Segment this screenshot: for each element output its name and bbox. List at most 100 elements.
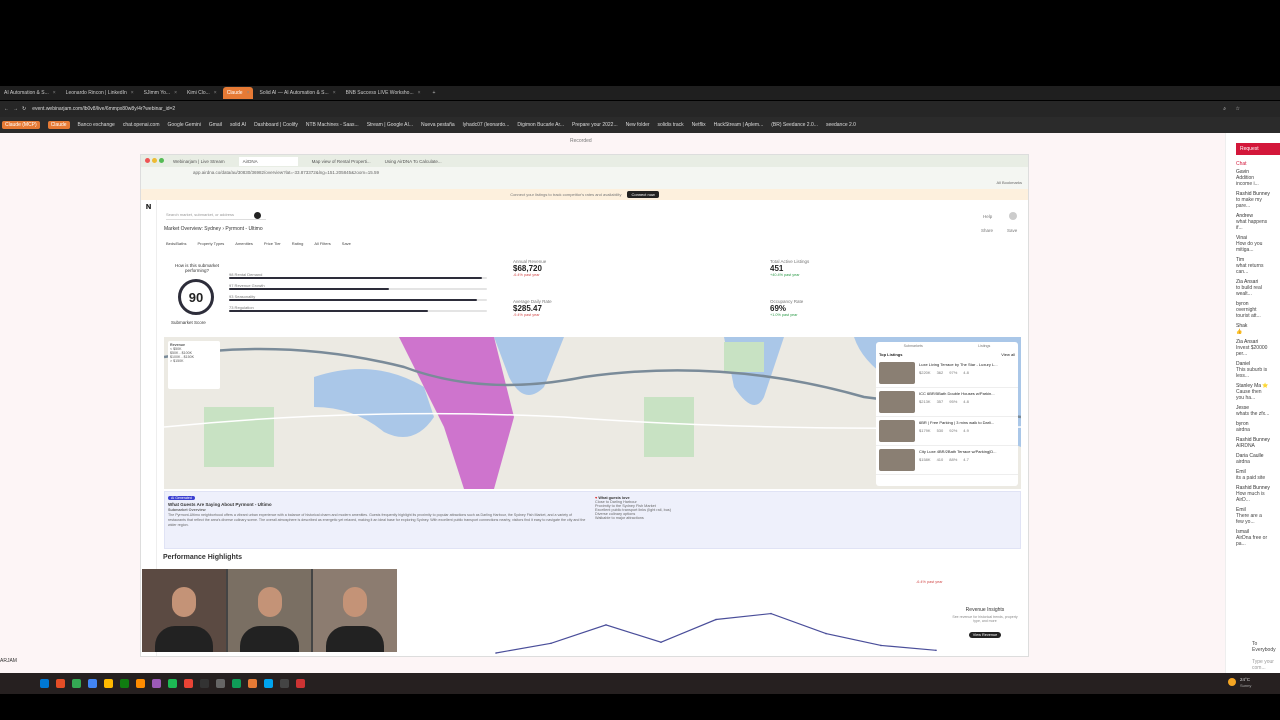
bookmark-item[interactable]: NTB Machines - Saas... <box>306 122 359 128</box>
taskbar-app-icon[interactable] <box>264 679 273 688</box>
share-button[interactable]: Share <box>981 228 993 233</box>
taskbar-app-icon[interactable] <box>280 679 289 688</box>
browser-tab[interactable]: Leonardo Rincon | LinkedIn × <box>62 87 138 99</box>
browser-tab[interactable]: BNB Success LIVE Worksho... × <box>342 87 425 99</box>
listing-card[interactable]: 6BR | Free Parking | 3 mins walk to Darl… <box>876 417 1018 446</box>
back-icon[interactable]: ← <box>4 106 9 112</box>
close-icon[interactable]: × <box>247 90 250 96</box>
tab-submarkets[interactable]: Submarkets <box>904 344 923 348</box>
view-revenue-button[interactable]: View Revenue <box>968 632 1002 638</box>
bookmark-item[interactable]: Claude <box>47 121 70 129</box>
close-icon[interactable]: × <box>53 90 56 96</box>
taskbar-app-icon[interactable] <box>104 679 113 688</box>
filter-amenities[interactable]: Amenities <box>235 241 253 246</box>
bookmark-item[interactable]: chat.openai.com <box>123 122 160 128</box>
bookmark-item[interactable]: Banco exchange <box>78 122 115 128</box>
bookmark-item[interactable]: New folder <box>626 122 650 128</box>
chat-recipient[interactable]: To Everybody <box>1252 641 1280 653</box>
listing-stat: 92% <box>949 428 958 433</box>
connect-now-button[interactable]: Connect now <box>627 191 659 198</box>
revenue-map[interactable]: Revenue < $50K $50K - $100K $100K - $150… <box>164 337 1021 489</box>
filter-price-tier[interactable]: Price Tier <box>264 241 281 246</box>
chat-text: How much is AirD... <box>1236 491 1265 503</box>
filter-all[interactable]: All Filters <box>314 241 330 246</box>
address-bar[interactable]: ← → ↻ event.webinarjam.com/lb0v8/live/6m… <box>0 101 1280 117</box>
taskbar-app-icon[interactable] <box>296 679 305 688</box>
inner-tab-calc[interactable]: Using AirDNA To Calculate... <box>385 159 442 164</box>
bookmark-item[interactable]: Prepare your 2022... <box>572 122 618 128</box>
help-link[interactable]: Help <box>983 214 992 219</box>
bookmark-item[interactable]: (BR) Seedance 2.0... <box>771 122 818 128</box>
filter-save[interactable]: Save <box>342 241 351 246</box>
close-icon[interactable]: × <box>131 90 134 96</box>
taskbar-app-icon[interactable] <box>200 679 209 688</box>
listing-card[interactable]: City Luxe 4BR/2Bath Terrace w/Parking|D.… <box>876 446 1018 475</box>
bookmark-item[interactable]: seedance 2.0 <box>826 122 856 128</box>
tab-listings[interactable]: Listings <box>978 344 990 348</box>
taskbar-app-icon[interactable] <box>40 679 49 688</box>
search-input[interactable]: Search market, submarket, or address <box>166 212 266 220</box>
inner-url-text[interactable]: app.airdna.co/data/au/30830/36982/overvi… <box>193 170 379 175</box>
chat-input[interactable]: Type your com... <box>1252 659 1280 671</box>
bookmarks-bar: Claude (MCP) Claude Banco exchange chat.ope… <box>0 117 1280 133</box>
bookmark-item[interactable]: lyhadc07 (leonardo... <box>463 122 510 128</box>
taskbar-app-icon[interactable] <box>184 679 193 688</box>
filter-rating[interactable]: Rating <box>292 241 304 246</box>
bookmark-item[interactable]: Dashboard | Coolify <box>254 122 298 128</box>
listing-card[interactable]: ICC 6BR/5Bath Double Houses w/Parkin... $… <box>876 388 1018 417</box>
filter-beds[interactable]: Beds/Baths <box>166 241 186 246</box>
inner-address-bar[interactable]: app.airdna.co/data/au/30830/36982/overvi… <box>141 167 1028 177</box>
bookmark-item[interactable]: Claude (MCP) <box>2 121 40 129</box>
listing-stat: 530 <box>936 428 944 433</box>
avatar[interactable] <box>1009 212 1017 220</box>
url-text[interactable]: event.webinarjam.com/lb0v8/live/6mmpx80w… <box>32 106 175 112</box>
bookmark-item[interactable]: Nueva pestaña <box>421 122 455 128</box>
taskbar-app-icon[interactable] <box>248 679 257 688</box>
bookmark-item[interactable]: Gmail <box>209 122 222 128</box>
new-tab-icon[interactable]: + <box>433 90 436 96</box>
search-icon[interactable]: ⌕ <box>1223 106 1226 112</box>
breadcrumb[interactable]: Market Overview: Sydney › Pyrmont - Ulti… <box>164 226 263 232</box>
chat-message: Daniel This suburb is less... <box>1226 359 1280 381</box>
close-icon[interactable]: × <box>418 90 421 96</box>
browser-tab[interactable]: AI Automation & S... × <box>0 87 60 99</box>
inner-tab-webinar[interactable]: Webinarjam | Live Stream <box>173 159 225 164</box>
inner-tab-map[interactable]: Map view of Rental Properti... <box>312 159 371 164</box>
taskbar-app-icon[interactable] <box>232 679 241 688</box>
bookmark-item[interactable]: HackStream | Aplem... <box>714 122 764 128</box>
chat-message: byron airdna <box>1226 419 1280 435</box>
forward-icon[interactable]: → <box>13 106 18 112</box>
browser-tab[interactable]: SJimm Yo... × <box>140 87 181 99</box>
close-icon[interactable]: × <box>333 90 336 96</box>
bookmark-item[interactable]: solidis track <box>658 122 684 128</box>
inner-tab-airdna[interactable]: AirDNA <box>238 156 298 166</box>
bookmark-item[interactable]: Google Gemini <box>168 122 201 128</box>
bookmark-star-icon[interactable]: ☆ <box>1236 106 1240 112</box>
bookmark-item[interactable]: Netflix <box>692 122 706 128</box>
bookmark-item[interactable]: Stream | Google AI... <box>367 122 413 128</box>
taskbar-app-icon[interactable] <box>168 679 177 688</box>
view-all-link[interactable]: View all <box>1001 352 1015 357</box>
chat-message: Rashid Bunney AIRDNA <box>1226 435 1280 451</box>
taskbar-app-icon[interactable] <box>120 679 129 688</box>
save-button[interactable]: Save <box>1007 228 1017 233</box>
taskbar-app-icon[interactable] <box>56 679 65 688</box>
taskbar-app-icon[interactable] <box>216 679 225 688</box>
browser-tab[interactable]: Solid AI — AI Automation & S... × <box>255 87 339 99</box>
taskbar-app-icon[interactable] <box>88 679 97 688</box>
close-icon[interactable]: × <box>174 90 177 96</box>
close-icon[interactable]: × <box>214 90 217 96</box>
taskbar-app-icon[interactable] <box>152 679 161 688</box>
taskbar-app-icon[interactable] <box>72 679 81 688</box>
filter-property-types[interactable]: Property Types <box>197 241 224 246</box>
all-bookmarks-label[interactable]: All Bookmarks <box>996 180 1022 185</box>
reload-icon[interactable]: ↻ <box>22 106 26 112</box>
request-button[interactable]: Request <box>1236 143 1280 155</box>
taskbar-app-icon[interactable] <box>136 679 145 688</box>
search-button-icon[interactable] <box>254 212 261 219</box>
bookmark-item[interactable]: Digimon Bucarle Ar... <box>517 122 564 128</box>
listing-card[interactable]: Luxe Living Terrace by The Star - Luxury… <box>876 359 1018 388</box>
browser-tab[interactable]: Claude × <box>222 87 254 99</box>
browser-tab[interactable]: Kimi Clo... × <box>183 87 221 99</box>
bookmark-item[interactable]: solid AI <box>230 122 246 128</box>
